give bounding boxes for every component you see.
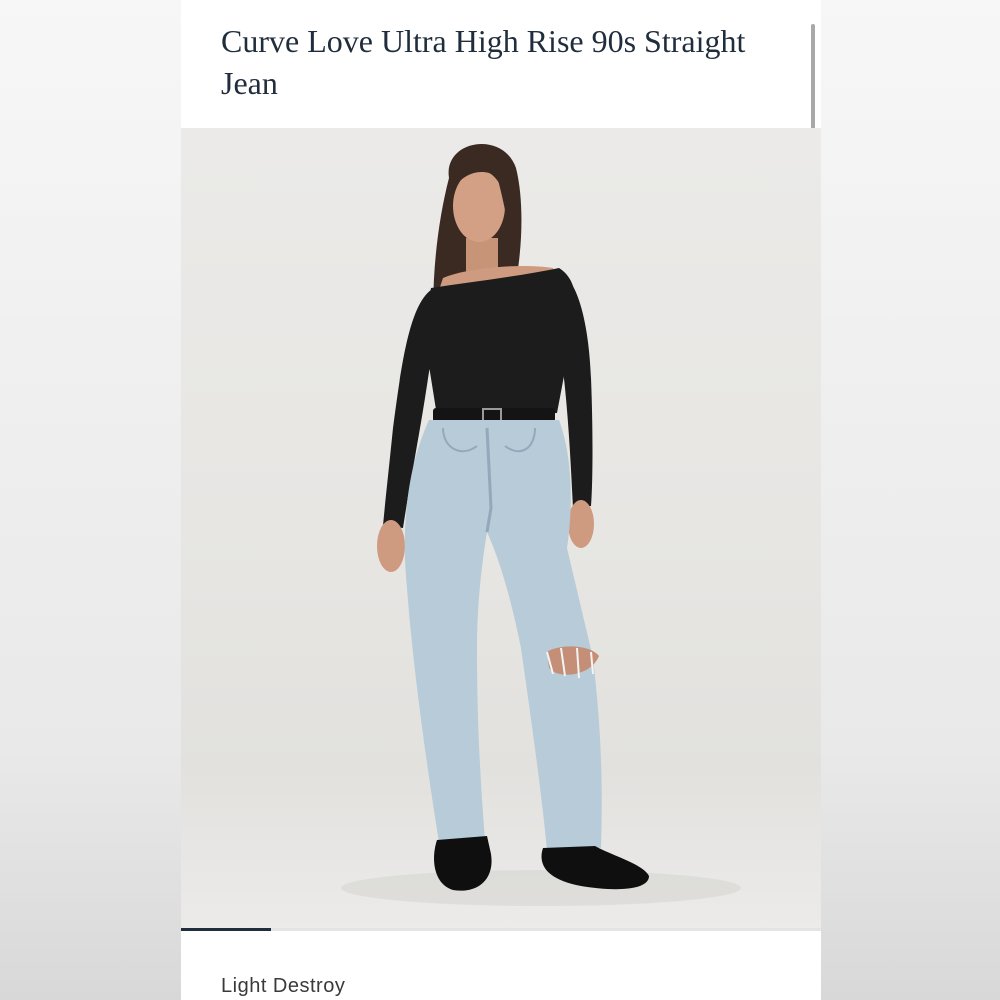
carousel-progress-track	[181, 928, 821, 931]
carousel-progress-indicator	[181, 928, 271, 931]
product-title: Curve Love Ultra High Rise 90s Straight …	[221, 23, 746, 101]
color-name: Light Destroy	[221, 975, 346, 997]
right-backdrop	[821, 0, 1000, 1000]
page: Curve Love Ultra High Rise 90s Straight …	[0, 0, 1000, 1000]
product-screen[interactable]: Curve Love Ultra High Rise 90s Straight …	[181, 0, 821, 1000]
model-illustration	[341, 144, 741, 906]
left-backdrop	[0, 0, 181, 1000]
product-image[interactable]	[181, 128, 821, 930]
